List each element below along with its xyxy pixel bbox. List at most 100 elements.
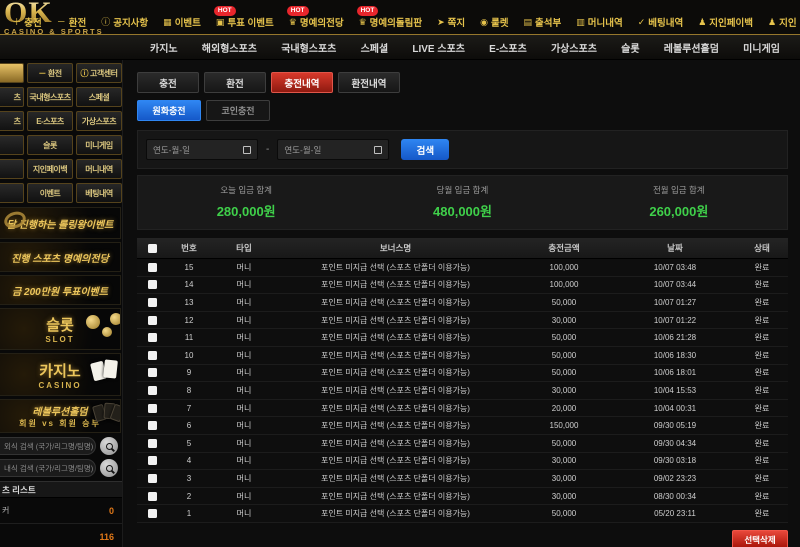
top-menu-item-roulette[interactable]: ◉룰렛: [480, 15, 508, 29]
sidebar-button-row: 츠국내형스포츠스페셜: [0, 87, 122, 107]
row-checkbox[interactable]: [148, 316, 157, 325]
row-checkbox[interactable]: [148, 474, 157, 483]
row-checkbox[interactable]: [148, 439, 157, 448]
nav-item-casino[interactable]: 카지노: [150, 40, 178, 55]
tab-withdraw[interactable]: 환전: [204, 72, 266, 93]
calendar-icon[interactable]: [243, 146, 251, 154]
overseas-search-input[interactable]: 외식 검색 (국가/리그명/팀명): [0, 437, 96, 455]
summary-amount: 280,000원: [138, 201, 354, 220]
top-menu-item-message[interactable]: ➤쪽지: [437, 15, 465, 29]
tab-deposit[interactable]: 충전: [137, 72, 199, 93]
nav-item-slot[interactable]: 슬롯: [621, 40, 639, 55]
vote-event-banner[interactable]: 금 200만원 투표이벤트: [0, 275, 121, 305]
sidebar-item-withdraw[interactable]: －환전: [27, 63, 73, 83]
cell-amount: 30,000: [514, 456, 614, 465]
top-menu-item-wheel-of-fame[interactable]: HOT♛명예의돌림판: [359, 15, 423, 29]
cell-no: 5: [167, 439, 211, 448]
sidebar-item-slot[interactable]: 슬롯: [27, 135, 73, 155]
sidebar-item-betting-history[interactable]: 베팅내역: [76, 183, 122, 203]
sidebar-button-stub[interactable]: [0, 183, 24, 203]
cell-status: 완료: [736, 473, 788, 484]
top-menu-item-event[interactable]: ▦이벤트: [163, 15, 201, 29]
top-menu-item-label: 베팅내역: [648, 15, 683, 29]
sidebar-item-e-sports[interactable]: E-스포츠: [27, 111, 73, 131]
tab-deposit-history[interactable]: 충전내역: [271, 72, 333, 93]
row-checkbox[interactable]: [148, 298, 157, 307]
summary-label: 전월 입금 합계: [571, 184, 787, 196]
cell-amount: 50,000: [514, 333, 614, 342]
date-to-input[interactable]: 연도-월-일: [277, 139, 389, 160]
delete-selected-button[interactable]: 선택삭제: [732, 530, 788, 547]
row-checkbox[interactable]: [148, 404, 157, 413]
rolling-king-event-banner[interactable]: 달 진행하는 롤링왕이벤트: [0, 207, 121, 239]
nav-item-e-sports[interactable]: E-스포츠: [489, 40, 527, 55]
sports-hall-of-fame-banner[interactable]: 진행 스포츠 명예의전당: [0, 242, 121, 272]
sidebar-item-domestic-sports[interactable]: 국내형스포츠: [27, 87, 73, 107]
nav-item-mini-game[interactable]: 미니게임: [743, 40, 780, 55]
sidebar-item-mini-game[interactable]: 미니게임: [76, 135, 122, 155]
row-checkbox[interactable]: [148, 263, 157, 272]
sports-list-item[interactable]: 116: [0, 524, 122, 547]
top-menu-item-money-history[interactable]: ▥머니내역: [576, 15, 622, 29]
row-checkbox[interactable]: [148, 368, 157, 377]
cell-type: 머니: [211, 297, 277, 308]
top-menu-item-vote-event[interactable]: HOT▣투표 이벤트: [216, 15, 274, 29]
sidebar-button-stub[interactable]: [0, 63, 24, 83]
cell-no: 3: [167, 474, 211, 483]
top-menu-item-referral-payback[interactable]: ♟지인페이백: [698, 15, 753, 29]
top-menu-item-deposit[interactable]: ＋충전: [12, 15, 42, 29]
sidebar-item-support[interactable]: ⓘ고객센터: [76, 63, 122, 83]
row-checkbox[interactable]: [148, 333, 157, 342]
row-checkbox[interactable]: [148, 351, 157, 360]
sidebar-item-special[interactable]: 스페셜: [76, 87, 122, 107]
overseas-search-button[interactable]: [100, 437, 118, 455]
search-button[interactable]: 검색: [401, 139, 449, 160]
sidebar-button-stub[interactable]: [0, 135, 24, 155]
row-checkbox[interactable]: [148, 386, 157, 395]
top-menu-item-withdraw[interactable]: －환전: [57, 15, 87, 29]
sidebar-button-stub[interactable]: [0, 159, 24, 179]
row-checkbox[interactable]: [148, 509, 157, 518]
cell-amount: 50,000: [514, 509, 614, 518]
subtab-coin-deposit[interactable]: 코인충전: [206, 100, 270, 121]
row-checkbox[interactable]: [148, 280, 157, 289]
date-from-input[interactable]: 연도-월-일: [146, 139, 258, 160]
top-menu-item-attendance[interactable]: ▤출석부: [523, 15, 561, 29]
nav-item-domestic-sports[interactable]: 국내형스포츠: [281, 40, 336, 55]
nav-item-special[interactable]: 스페셜: [361, 40, 389, 55]
row-checkbox-cell: [137, 474, 167, 483]
top-menu-item-hall-of-fame[interactable]: HOT♛명예의전당: [289, 15, 344, 29]
cell-no: 8: [167, 386, 211, 395]
top-menu-item-referral-extra[interactable]: ♟지인: [768, 15, 796, 29]
sidebar-item-event[interactable]: 이벤트: [27, 183, 73, 203]
nav-item-revolution-holdem[interactable]: 레볼루션홀덤: [664, 40, 719, 55]
row-checkbox[interactable]: [148, 492, 157, 501]
nav-item-live-sports[interactable]: LIVE 스포츠: [412, 40, 465, 55]
sidebar-button-stub[interactable]: 츠: [0, 111, 24, 131]
nav-item-overseas-sports[interactable]: 해외형스포츠: [202, 40, 257, 55]
sidebar-item-referral-payback[interactable]: 지인페이백: [27, 159, 73, 179]
cell-type: 머니: [211, 491, 277, 502]
deposit-history-table: 번호타입보너스명충전금액날짜상태 15머니포인트 미지급 선택 (스포츠 단폴더…: [137, 238, 788, 523]
sidebar-item-virtual-sports[interactable]: 가상스포츠: [76, 111, 122, 131]
sports-list-item[interactable]: 커0: [0, 498, 122, 524]
tab-withdraw-history[interactable]: 환전내역: [338, 72, 400, 93]
cell-date: 10/04 00:31: [614, 404, 736, 413]
row-checkbox[interactable]: [148, 421, 157, 430]
domestic-search-button[interactable]: [100, 459, 118, 477]
slot-banner[interactable]: 슬롯SLOT: [0, 308, 121, 350]
cell-no: 15: [167, 263, 211, 272]
sidebar-button-stub[interactable]: 츠: [0, 87, 24, 107]
subtab-krw-deposit[interactable]: 원화충전: [137, 100, 201, 121]
nav-item-virtual-sports[interactable]: 가상스포츠: [551, 40, 597, 55]
domestic-search-input[interactable]: 내식 검색 (국가/리그명/팀명): [0, 459, 96, 477]
top-menu-item-notice[interactable]: ⓘ공지사항: [101, 15, 148, 29]
top-menu-item-betting-history[interactable]: ✓베팅내역: [638, 15, 684, 29]
holdem-banner[interactable]: 레볼루션홀덤회원 vs 회원 승부: [0, 399, 121, 433]
select-all-checkbox[interactable]: [148, 244, 157, 253]
calendar-icon[interactable]: [374, 146, 382, 154]
row-checkbox[interactable]: [148, 456, 157, 465]
sidebar-item-money-history[interactable]: 머니내역: [76, 159, 122, 179]
casino-banner[interactable]: 카지노CASINO: [0, 353, 121, 396]
banner-title: 진행 스포츠 명예의전당: [11, 250, 109, 265]
